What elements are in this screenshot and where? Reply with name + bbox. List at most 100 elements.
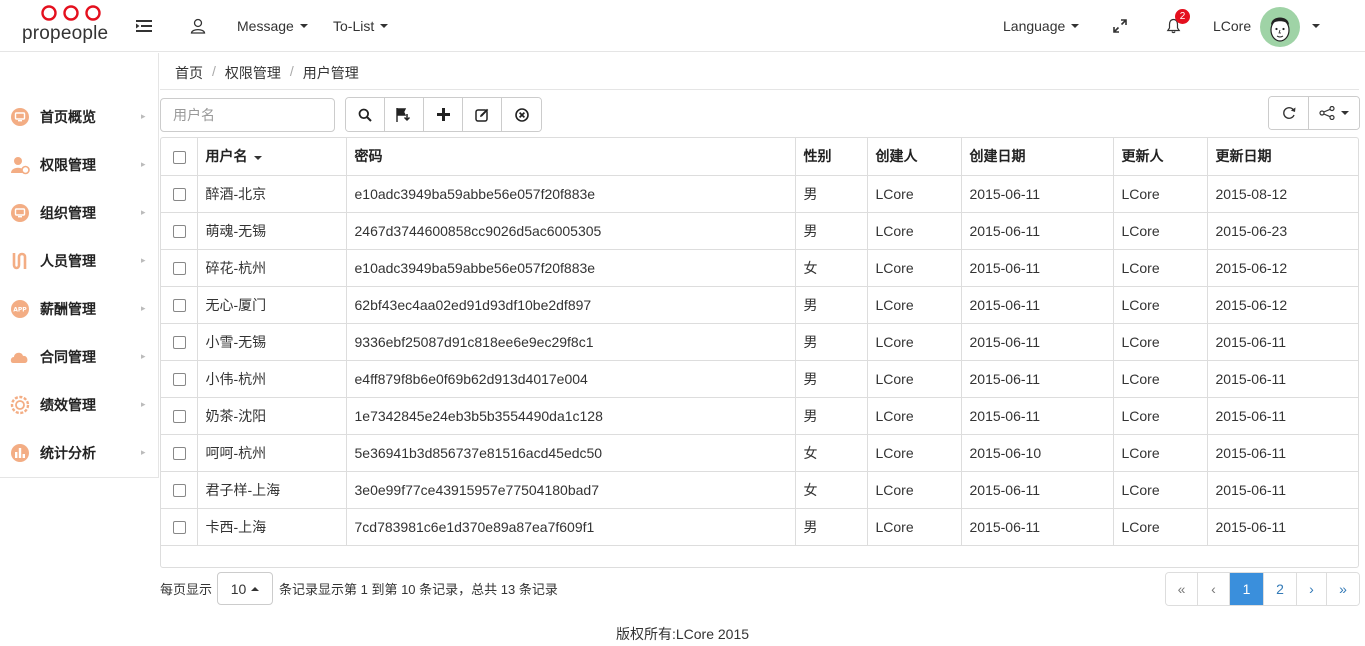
page-button-1[interactable]: 1 <box>1230 573 1264 605</box>
edit-button[interactable] <box>463 98 502 131</box>
column-header-updater[interactable]: 更新人 <box>1113 138 1208 176</box>
first-page-button[interactable]: « <box>1166 573 1198 605</box>
cell-username: 碎花-杭州 <box>197 249 347 287</box>
message-label: Message <box>237 18 294 34</box>
refresh-icon <box>1282 107 1295 119</box>
row-checkbox[interactable] <box>173 299 186 313</box>
chevron-down-icon <box>1071 24 1080 28</box>
menu-toggle-button[interactable] <box>136 0 152 52</box>
refresh-button[interactable] <box>1269 97 1309 129</box>
last-page-button[interactable]: » <box>1327 573 1359 605</box>
column-header-created-date[interactable]: 创建日期 <box>961 138 1114 176</box>
row-select-cell <box>161 323 198 361</box>
user-profile-button[interactable] <box>190 0 206 52</box>
notification-badge: 2 <box>1175 9 1190 24</box>
cell-updated-date: 2015-08-12 <box>1207 175 1358 213</box>
sidebar-item-home[interactable]: 首页概览 ▸ <box>0 93 158 141</box>
cell-created-date: 2015-06-11 <box>961 508 1114 546</box>
sidebar-item-contracts[interactable]: 合同管理 ▸ <box>0 333 158 381</box>
cell-updated-date: 2015-06-11 <box>1207 508 1358 546</box>
sidebar-item-salary[interactable]: APP 薪酬管理 ▸ <box>0 285 158 333</box>
column-header-updated-date[interactable]: 更新日期 <box>1207 138 1358 176</box>
row-checkbox[interactable] <box>173 225 186 239</box>
row-checkbox[interactable] <box>173 262 186 276</box>
user-menu[interactable]: LCore <box>1213 0 1251 52</box>
fullscreen-button[interactable] <box>1113 0 1127 52</box>
route-icon <box>12 252 27 270</box>
sidebar-item-label: 权限管理 <box>40 157 96 173</box>
row-select-cell <box>161 212 198 250</box>
row-checkbox[interactable] <box>173 521 186 535</box>
todo-menu[interactable]: To-List <box>333 0 389 52</box>
cell-creator: LCore <box>867 397 962 435</box>
language-label: Language <box>1003 18 1066 34</box>
table-row[interactable]: 醉酒-北京 e10adc3949ba59abbe56e057f20f883e 男 LC… <box>161 175 1358 213</box>
page-size-dropdown[interactable]: 10 <box>217 572 274 605</box>
language-menu[interactable]: Language <box>1003 0 1080 52</box>
table-row[interactable]: 呵呵-杭州 5e36941b3d856737e81516acd45edc50 女 LC… <box>161 434 1358 472</box>
table-row[interactable]: 奶茶-沈阳 1e7342845e24eb3b5b3554490da1c128 男 LC… <box>161 397 1358 435</box>
cell-username: 小雪-无锡 <box>197 323 347 361</box>
sidebar-item-label: 绩效管理 <box>40 397 96 413</box>
logo[interactable]: propeople <box>22 5 118 47</box>
cell-username: 奶茶-沈阳 <box>197 397 347 435</box>
cell-password: 9336ebf25087d91c818ee6e9ec29f8c1 <box>346 323 796 361</box>
prev-page-button[interactable]: ‹ <box>1198 573 1230 605</box>
cell-password: e10adc3949ba59abbe56e057f20f883e <box>346 249 796 287</box>
sidebar-item-personnel[interactable]: 人员管理 ▸ <box>0 237 158 285</box>
search-icon <box>358 108 372 122</box>
breadcrumb-permissions[interactable]: 权限管理 <box>225 63 281 83</box>
add-button[interactable] <box>424 98 463 131</box>
todo-label: To-List <box>333 18 375 34</box>
column-header-creator[interactable]: 创建人 <box>867 138 962 176</box>
cell-created-date: 2015-06-10 <box>961 434 1114 472</box>
chevron-right-icon: ▸ <box>141 256 146 266</box>
save-button[interactable] <box>385 98 424 131</box>
chevron-down-icon <box>299 24 308 28</box>
cell-created-date: 2015-06-11 <box>961 175 1114 213</box>
row-checkbox[interactable] <box>173 447 186 461</box>
cell-gender: 男 <box>795 397 868 435</box>
page-button-2[interactable]: 2 <box>1264 573 1297 605</box>
row-checkbox[interactable] <box>173 336 186 350</box>
cell-gender: 男 <box>795 212 868 250</box>
message-menu[interactable]: Message <box>237 0 308 52</box>
sidebar-item-organization[interactable]: 组织管理 ▸ <box>0 189 158 237</box>
column-header-password[interactable]: 密码 <box>346 138 796 176</box>
table-row[interactable]: 小伟-杭州 e4ff879f8b6e0f69b62d913d4017e004 男 LC… <box>161 360 1358 398</box>
sidebar-item-statistics[interactable]: 统计分析 ▸ <box>0 429 158 477</box>
row-checkbox[interactable] <box>173 373 186 387</box>
select-all-checkbox[interactable] <box>173 151 186 165</box>
row-checkbox[interactable] <box>173 410 186 424</box>
record-summary: 条记录显示第 1 到第 10 条记录，总共 13 条记录 <box>279 582 558 597</box>
row-checkbox[interactable] <box>173 188 186 202</box>
delete-button[interactable] <box>502 98 541 131</box>
column-header-username[interactable]: 用户名 <box>197 138 347 176</box>
notification-button[interactable] <box>1166 0 1181 52</box>
sidebar-item-permissions[interactable]: 权限管理 ▸ <box>0 141 158 189</box>
table-row[interactable]: 萌魂-无锡 2467d3744600858cc9026d5ac6005305 男 LC… <box>161 212 1358 250</box>
next-page-button[interactable]: › <box>1297 573 1327 605</box>
cell-password: 3e0e99f77ce43915957e77504180bad7 <box>346 471 796 509</box>
table-row[interactable]: 碎花-杭州 e10adc3949ba59abbe56e057f20f883e 女 LC… <box>161 249 1358 287</box>
share-button[interactable] <box>1309 97 1359 129</box>
user-menu-caret[interactable] <box>1306 0 1320 52</box>
breadcrumb-home[interactable]: 首页 <box>175 63 203 83</box>
sidebar-item-performance[interactable]: 绩效管理 ▸ <box>0 381 158 429</box>
row-select-cell <box>161 286 198 324</box>
cell-username: 萌魂-无锡 <box>197 212 347 250</box>
table-row[interactable]: 君子样-上海 3e0e99f77ce43915957e77504180bad7 女 L… <box>161 471 1358 509</box>
avatar[interactable] <box>1260 7 1300 47</box>
table-row[interactable]: 小雪-无锡 9336ebf25087d91c818ee6e9ec29f8c1 男 LC… <box>161 323 1358 361</box>
column-header-gender[interactable]: 性别 <box>795 138 868 176</box>
row-checkbox[interactable] <box>173 484 186 498</box>
chevron-right-icon: ▸ <box>141 112 146 122</box>
username-search-input[interactable]: 用户名 <box>160 98 335 132</box>
cell-gender: 男 <box>795 360 868 398</box>
table-row[interactable]: 卡西-上海 7cd783981c6e1d370e89a87ea7f609f1 男 LC… <box>161 508 1358 546</box>
cell-gender: 女 <box>795 249 868 287</box>
table-row[interactable]: 无心-厦门 62bf43ec4aa02ed91d93df10be2df897 男 LC… <box>161 286 1358 324</box>
search-button[interactable] <box>346 98 385 131</box>
divider <box>160 89 1359 90</box>
cell-gender: 女 <box>795 434 868 472</box>
